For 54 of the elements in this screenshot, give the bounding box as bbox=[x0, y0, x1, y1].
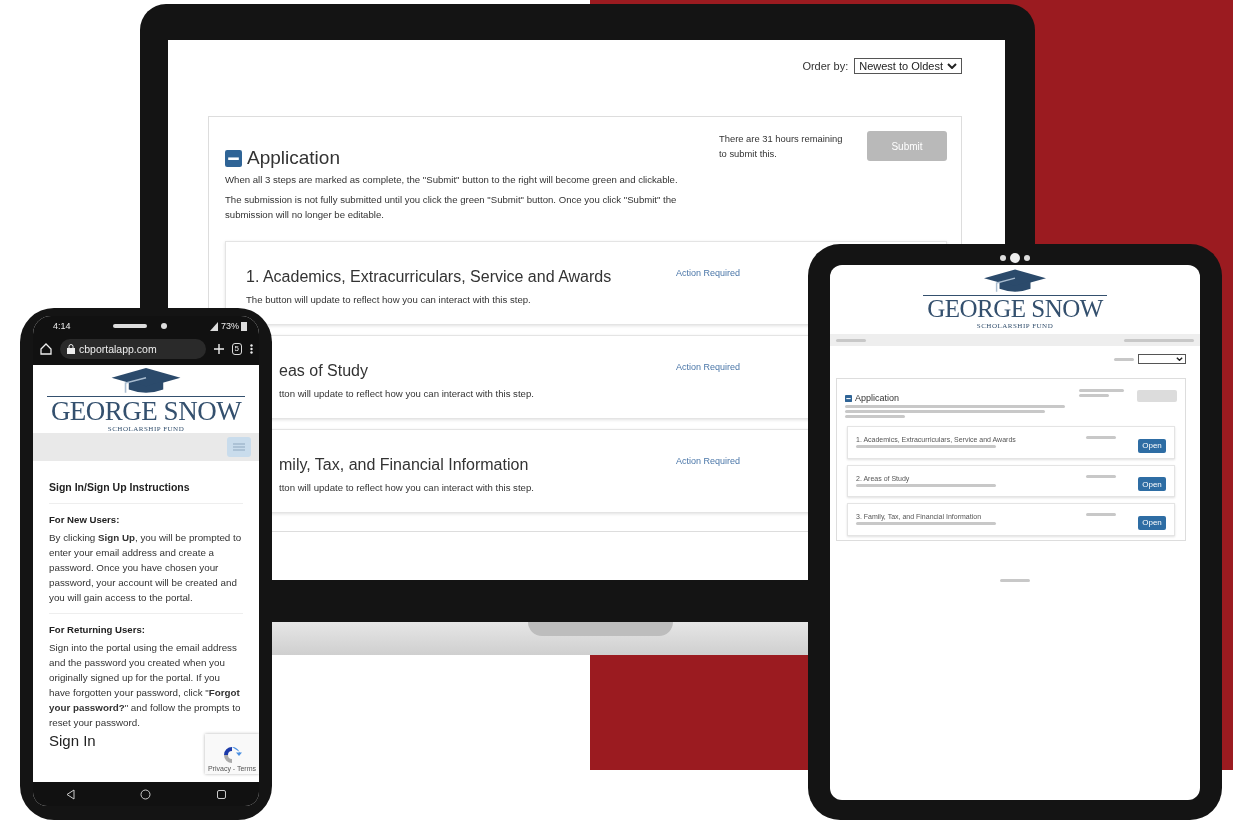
chevron-down-icon bbox=[1176, 357, 1183, 362]
blurred-text bbox=[1086, 474, 1116, 478]
section-heading: For New Users: bbox=[49, 514, 121, 526]
chevron-down-icon bbox=[947, 63, 957, 69]
mortarboard-icon bbox=[111, 368, 181, 396]
battery-percent: 73% bbox=[220, 321, 239, 331]
application-title: Application bbox=[247, 147, 340, 169]
collapse-icon[interactable] bbox=[845, 394, 852, 402]
address-bar[interactable]: cbportalapp.com bbox=[60, 339, 206, 359]
application-title: Application bbox=[855, 393, 900, 404]
blurred-text bbox=[1124, 338, 1194, 342]
signal-icon bbox=[208, 321, 219, 331]
more-icon[interactable] bbox=[250, 344, 253, 354]
collapse-icon[interactable] bbox=[225, 149, 242, 167]
remaining-time-text: There are 31 hours remaining to submit this. bbox=[719, 132, 844, 161]
mortarboard-icon bbox=[984, 269, 1046, 295]
blurred-text bbox=[1114, 357, 1134, 361]
blurred-text bbox=[1086, 513, 1116, 517]
plus-icon[interactable] bbox=[213, 344, 224, 354]
open-button[interactable]: Open bbox=[1138, 438, 1166, 453]
step-status: Action Required bbox=[676, 268, 741, 278]
sign-in-heading: Sign In bbox=[49, 732, 97, 750]
section-text: By clicking Sign Up, you will be prompted to enter your email address and create a password. Once you have chosen your password, your account will be created and you will gain access to the portal. bbox=[49, 530, 243, 615]
open-button[interactable]: Open bbox=[1138, 477, 1166, 492]
logo-name: GEORGE SNOW bbox=[923, 295, 1107, 323]
step-title: 1. Academics, Extracurriculars, Service and Awards bbox=[246, 268, 613, 286]
order-by-label: Order by: bbox=[802, 60, 849, 72]
section-text: Sign into the portal using the email address and the password you created when you originally signed up for the portal. If you have forgotten your password, click "Forgot your password?" and follow the prompts to reset your password. bbox=[49, 641, 242, 731]
logo-name: GEORGE SNOW bbox=[46, 396, 246, 426]
instruction-text: When all 3 steps are marked as complete, the "Submit" button to the right will become green and clickable. bbox=[225, 173, 679, 187]
home-icon[interactable] bbox=[140, 788, 152, 800]
tab-count[interactable]: 5 bbox=[231, 343, 242, 355]
battery-icon bbox=[241, 321, 247, 331]
menu-icon bbox=[233, 443, 245, 452]
step-description: The button will update to reflect how you can interact with this step. bbox=[246, 294, 532, 305]
step-status: Action Required bbox=[676, 456, 741, 466]
section-heading: For Returning Users: bbox=[49, 624, 146, 636]
step-title: mily, Tax, and Financial Information bbox=[279, 456, 530, 474]
instruction-text: The submission is not fully submitted until you click the green "Submit" button. Once you click "Submit" the submission will no longer be editable. bbox=[225, 193, 678, 222]
back-icon[interactable] bbox=[65, 788, 77, 800]
step-title: eas of Study bbox=[279, 362, 369, 380]
clock-time: 4:14 bbox=[53, 321, 71, 331]
step-description: tton will update to reflect how you can interact with this step. bbox=[279, 388, 535, 399]
blurred-text bbox=[1000, 578, 1030, 582]
step-status: Action Required bbox=[676, 362, 741, 372]
instructions-title: Sign In/Sign Up Instructions bbox=[49, 473, 243, 505]
blurred-text bbox=[836, 338, 866, 342]
blurred-text bbox=[1086, 436, 1116, 440]
order-select[interactable]: Newest to Oldest bbox=[854, 58, 962, 74]
step-description: tton will update to reflect how you can interact with this step. bbox=[279, 482, 535, 493]
lock-icon bbox=[67, 344, 75, 354]
recents-icon[interactable] bbox=[215, 788, 227, 800]
order-select[interactable] bbox=[1138, 354, 1186, 365]
open-button[interactable]: Open bbox=[1138, 515, 1166, 530]
